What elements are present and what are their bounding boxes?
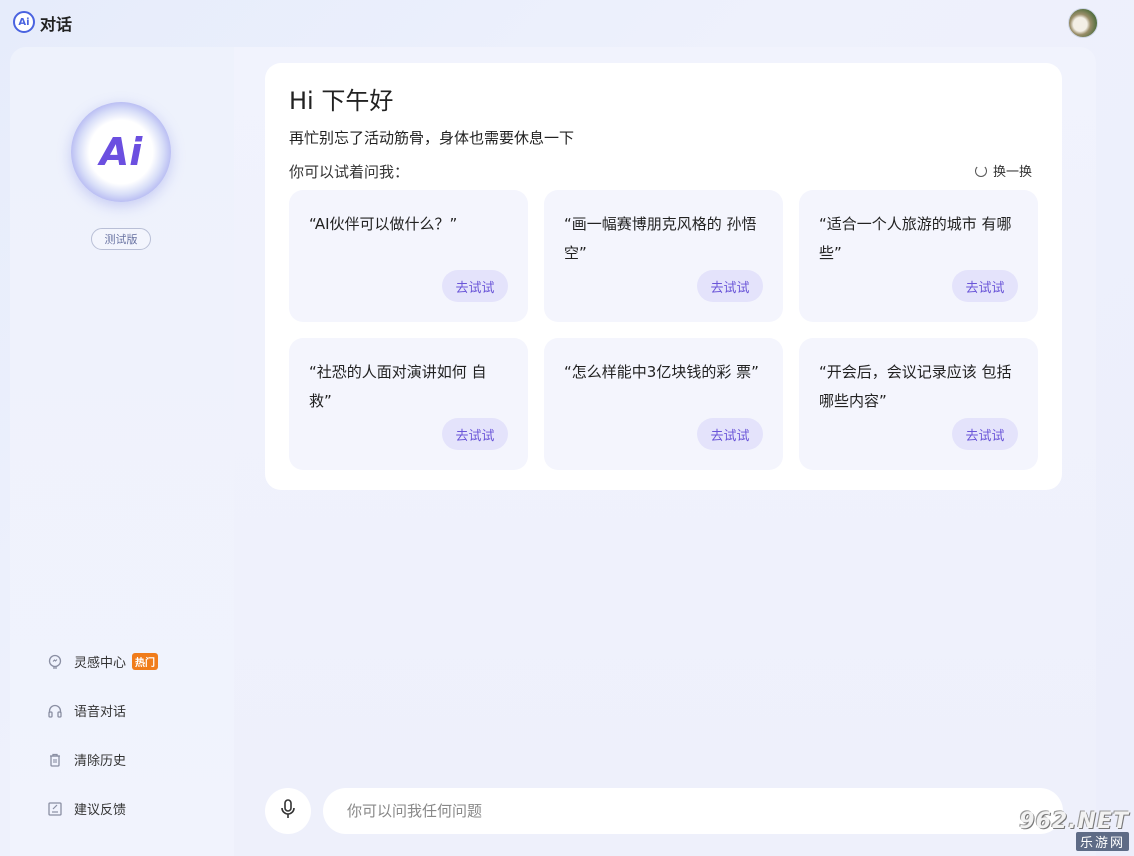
- try-button[interactable]: 去试试: [952, 270, 1018, 302]
- feedback-icon: [46, 800, 64, 818]
- trash-icon: [46, 751, 64, 769]
- sidebar-item-feedback[interactable]: 建议反馈: [46, 799, 126, 818]
- suggestion-card[interactable]: “怎么样能中3亿块钱的彩 票” 去试试: [544, 338, 783, 470]
- suggestion-text: “社恐的人面对演讲如何 自救”: [309, 363, 487, 410]
- sidebar-item-voice-chat[interactable]: 语音对话: [46, 701, 126, 720]
- app-title: 对话: [40, 15, 73, 34]
- refresh-icon: [974, 164, 987, 177]
- try-ask-label: 你可以试着问我：: [289, 163, 410, 181]
- ai-logo-icon: Ai: [71, 102, 171, 202]
- suggestion-card[interactable]: “AI伙伴可以做什么？” 去试试: [289, 190, 528, 322]
- refresh-button[interactable]: 换一换: [974, 161, 1032, 180]
- try-button[interactable]: 去试试: [442, 270, 508, 302]
- suggestion-text: “适合一个人旅游的城市 有哪些”: [819, 215, 1012, 262]
- suggestion-card[interactable]: “画一幅赛博朋克风格的 孙悟空” 去试试: [544, 190, 783, 322]
- question-input[interactable]: [323, 788, 1063, 834]
- lightbulb-icon: [46, 653, 64, 671]
- microphone-icon: [279, 799, 297, 823]
- watermark-logo: 962.NET 乐游网: [995, 806, 1129, 854]
- sidebar-item-inspiration[interactable]: 灵感中心 热门: [46, 652, 159, 671]
- beta-badge: 测试版: [91, 228, 151, 250]
- greeting-card: Hi 下午好 再忙别忘了活动筋骨，身体也需要休息一下 你可以试着问我： 换一换 …: [265, 63, 1062, 490]
- ai-logo-text: Ai: [99, 130, 143, 174]
- suggestion-text: “AI伙伴可以做什么？”: [309, 215, 458, 233]
- sidebar-item-label: 语音对话: [74, 705, 127, 720]
- app-logo-icon: Ai: [13, 11, 35, 33]
- hot-badge: 热门: [132, 653, 159, 670]
- watermark-bottom: 乐游网: [1075, 832, 1129, 851]
- title-bar: Ai 对话: [0, 0, 1134, 44]
- avatar[interactable]: [1068, 8, 1098, 38]
- suggestion-text: “画一幅赛博朋克风格的 孙悟空”: [564, 215, 757, 262]
- suggestion-text: “开会后，会议记录应该 包括哪些内容”: [819, 363, 1012, 410]
- sidebar-item-label: 清除历史: [74, 754, 127, 769]
- try-button[interactable]: 去试试: [952, 418, 1018, 450]
- sidebar-item-label: 建议反馈: [74, 803, 127, 818]
- greeting-title: Hi 下午好: [289, 87, 394, 115]
- refresh-label: 换一换: [992, 165, 1032, 180]
- try-button[interactable]: 去试试: [442, 418, 508, 450]
- sub-greeting: 再忙别忘了活动筋骨，身体也需要休息一下: [289, 129, 575, 147]
- try-button[interactable]: 去试试: [697, 418, 763, 450]
- sidebar-item-clear-history[interactable]: 清除历史: [46, 750, 126, 769]
- sidebar-item-label: 灵感中心: [74, 656, 127, 671]
- watermark-top: 962.NET: [1019, 809, 1129, 834]
- sidebar: Ai 测试版 灵感中心 热门 语音对话 清除历史 建议反馈: [10, 47, 234, 856]
- microphone-button[interactable]: [265, 788, 311, 834]
- suggestion-card[interactable]: “适合一个人旅游的城市 有哪些” 去试试: [799, 190, 1038, 322]
- try-button[interactable]: 去试试: [697, 270, 763, 302]
- headphones-icon: [46, 702, 64, 720]
- suggestion-card[interactable]: “开会后，会议记录应该 包括哪些内容” 去试试: [799, 338, 1038, 470]
- suggestion-card[interactable]: “社恐的人面对演讲如何 自救” 去试试: [289, 338, 528, 470]
- suggestion-text: “怎么样能中3亿块钱的彩 票”: [564, 363, 759, 381]
